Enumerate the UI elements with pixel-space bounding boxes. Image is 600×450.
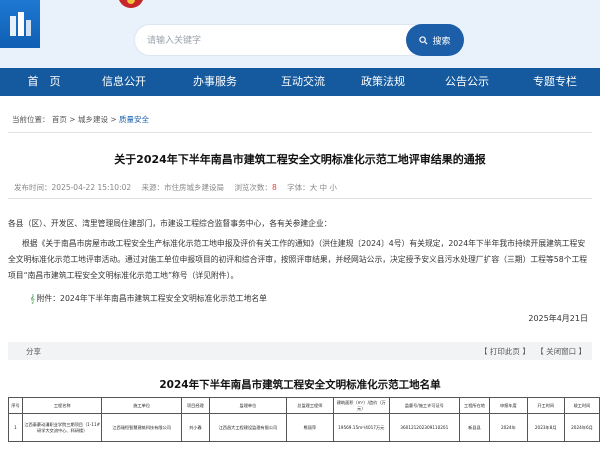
table-cell: 2024年 — [489, 413, 528, 442]
article-body: 根据《关于南昌市房屋市政工程安全生产标准化示范工地申报及评价有关工作的通知》（洪… — [8, 239, 588, 280]
search-icon — [419, 35, 428, 45]
national-emblem — [118, 0, 144, 8]
nav-item-home[interactable]: 首 页 — [4, 68, 84, 96]
nav-item-services[interactable]: 办事服务 — [170, 68, 260, 96]
font-size-switcher[interactable]: 字体：大 中 小 — [287, 183, 337, 192]
breadcrumb-prefix: 当前位置： — [12, 115, 50, 124]
breadcrumb-quality-safety[interactable]: 质量安全 — [119, 115, 149, 124]
column-header: 建筑面积（m²）/造价（万元） — [332, 397, 390, 414]
nav-item-notices[interactable]: 公告公示 — [422, 68, 512, 96]
nav-item-info[interactable]: 信息公开 — [84, 68, 164, 96]
breadcrumb-separator: > — [69, 115, 76, 124]
table-header-row: 序号 工程名称 施工单位 项目经理 监理单位 总监理工程师 建筑面积（m²）/造… — [7, 397, 600, 414]
breadcrumb: 当前位置： 首页 > 城乡建设 > 质量安全 — [12, 114, 149, 125]
table-cell: 1 — [7, 413, 24, 442]
close-window-button[interactable]: 【 关闭窗口 】 — [536, 347, 586, 356]
table-cell: 江西昌大工程建设监理有限公司 — [208, 413, 287, 442]
column-header: 申报年度 — [489, 397, 528, 414]
table-cell: 19569.15m²/4017万元 — [332, 413, 390, 442]
table-cell: 江西瑞恒智慧建筑科技有限公司 — [101, 413, 182, 442]
nav-item-topics[interactable]: 专题专栏 — [510, 68, 600, 96]
publish-time: 发布时间：2025-04-22 15:10:02 — [14, 183, 132, 192]
breadcrumb-home[interactable]: 首页 — [52, 115, 67, 124]
table-row: 1 江西泰豪动漫职业学院三期项目（1-11#研学大交流中心、科研楼） 江西瑞恒智… — [7, 413, 600, 442]
breadcrumb-urban-construction[interactable]: 城乡建设 — [78, 115, 108, 124]
main-nav: 首 页 信息公开 办事服务 互动交流 政策法规 公告公示 专题专栏 — [0, 68, 600, 96]
article-meta: 发布时间：2025-04-22 15:10:02 来源：市住房城乡建设局 浏览次… — [14, 182, 337, 193]
article-title: 关于2024年下半年南昌市建筑工程安全文明标准化示范工地评审结果的通报 — [114, 153, 486, 166]
column-header: 工程名称 — [22, 397, 103, 414]
views-count: 8 — [271, 183, 277, 192]
divider — [8, 132, 592, 133]
article-source: 来源：市住房城乡建设局 — [141, 183, 225, 192]
nav-item-interaction[interactable]: 互动交流 — [258, 68, 348, 96]
column-header: 开工时间 — [526, 397, 565, 414]
search-button-label: 搜索 — [432, 36, 451, 47]
search-button[interactable]: 搜索 — [406, 24, 464, 56]
table-cell: 360121202309110201 — [388, 413, 460, 442]
table-cell: 新县县 — [458, 413, 491, 442]
attachment-table: 序号 工程名称 施工单位 项目经理 监理单位 总监理工程师 建筑面积（m²）/造… — [7, 397, 600, 442]
column-header: 施工单位 — [101, 397, 182, 414]
building-logo-icon — [10, 12, 31, 36]
column-header: 总监理工程师 — [285, 397, 334, 414]
breadcrumb-separator: > — [110, 115, 117, 124]
column-header: 监督号/施工许可证号 — [388, 397, 460, 414]
site-logo[interactable] — [0, 0, 40, 48]
table-cell: 2023年8月 — [526, 413, 565, 442]
column-header: 序号 — [7, 397, 24, 414]
site-header: 搜索 — [0, 0, 600, 68]
nav-item-policy[interactable]: 政策法规 — [338, 68, 428, 96]
table-cell: 2024年6月 — [563, 413, 600, 442]
paperclip-icon: 𝄞 — [30, 294, 35, 303]
column-header: 工程所在地 — [458, 397, 491, 414]
attachment-document-title: 2024年下半年南昌市建筑工程安全文明标准化示范工地名单 — [159, 379, 441, 391]
column-header: 竣工时间 — [563, 397, 600, 414]
views-label: 浏览次数： — [234, 183, 272, 192]
divider — [8, 198, 592, 199]
table-cell: 熊丽萍 — [285, 413, 334, 442]
article-date: 2025年4月21日 — [528, 314, 588, 323]
table-cell: 江西泰豪动漫职业学院三期项目（1-11#研学大交流中心、科研楼） — [22, 413, 103, 442]
page-tools: 【 打印此页 】 【 关闭窗口 】 — [480, 346, 586, 357]
attachment-line: 𝄞 附件：2024年下半年南昌市建筑工程安全文明标准化示范工地名单 — [30, 293, 267, 304]
attachment-link[interactable]: 附件：2024年下半年南昌市建筑工程安全文明标准化示范工地名单 — [37, 294, 267, 303]
table-cell: 刘小春 — [180, 413, 210, 442]
print-page-button[interactable]: 【 打印此页 】 — [480, 347, 530, 356]
share-bar: 分享 【 打印此页 】 【 关闭窗口 】 — [8, 342, 592, 360]
share-label[interactable]: 分享 — [26, 346, 41, 357]
article-salutation: 各县（区）、开发区、湾里管理局住建部门，市建设工程综合监督事务中心，各有关参建企… — [8, 219, 332, 228]
column-header: 监理单位 — [208, 397, 287, 414]
column-header: 项目经理 — [180, 397, 210, 414]
search-input[interactable] — [147, 32, 397, 50]
